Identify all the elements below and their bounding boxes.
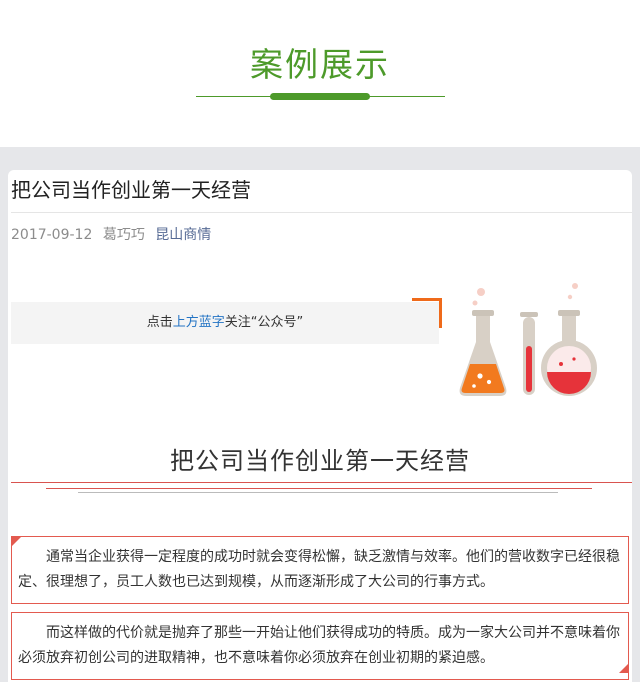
lab-flasks-illustration xyxy=(448,280,608,409)
follow-link[interactable]: 上方蓝字 xyxy=(173,315,225,330)
article-card: 把公司当作创业第一天经营 2017-09-12 葛巧巧 昆山商情 点击上方蓝字关… xyxy=(8,170,632,690)
article-subtitle: 把公司当作创业第一天经营 xyxy=(170,447,470,475)
paragraph-text: 而这样做的代价就是抛弃了那些一开始让他们获得成功的特质。成为一家大公司并不意味着… xyxy=(18,625,620,666)
follow-prompt: 点击上方蓝字关注“公众号” xyxy=(11,302,439,344)
title-underline-bar xyxy=(270,93,370,100)
round-flask-icon xyxy=(541,283,597,396)
paragraph-text: 通常当企业获得一定程度的成功时就会变得松懈，缺乏激情与效率。他们的营收数字已经很… xyxy=(18,549,620,590)
account-name-link[interactable]: 昆山商情 xyxy=(155,227,211,243)
article-meta: 2017-09-12 葛巧巧 昆山商情 xyxy=(11,225,211,245)
box-corner-decoration xyxy=(12,537,21,546)
corner-bracket-decoration xyxy=(412,298,442,328)
box-corner-decoration xyxy=(619,664,628,673)
paragraph-box: 而这样做的代价就是抛弃了那些一开始让他们获得成功的特质。成为一家大公司并不意味着… xyxy=(11,612,629,680)
article-title: 把公司当作创业第一天经营 xyxy=(11,178,251,202)
author-name: 葛巧巧 xyxy=(102,227,145,243)
section-header: 案例展示 xyxy=(0,0,640,147)
follow-suffix: 关注“公众号” xyxy=(224,315,304,330)
paragraph-box: 通常当企业获得一定程度的成功时就会变得松懈，缺乏激情与效率。他们的营收数字已经很… xyxy=(11,536,629,604)
publish-date: 2017-09-12 xyxy=(11,227,93,243)
title-divider xyxy=(11,212,632,213)
subtitle-rule-red xyxy=(11,482,632,483)
subtitle-rule-red-inner xyxy=(46,488,592,489)
erlenmeyer-flask-icon xyxy=(459,288,507,396)
follow-prefix: 点击 xyxy=(146,315,173,330)
test-tube-icon xyxy=(520,312,538,395)
section-title: 案例展示 xyxy=(250,45,390,84)
subtitle-rule-gray xyxy=(78,492,558,493)
